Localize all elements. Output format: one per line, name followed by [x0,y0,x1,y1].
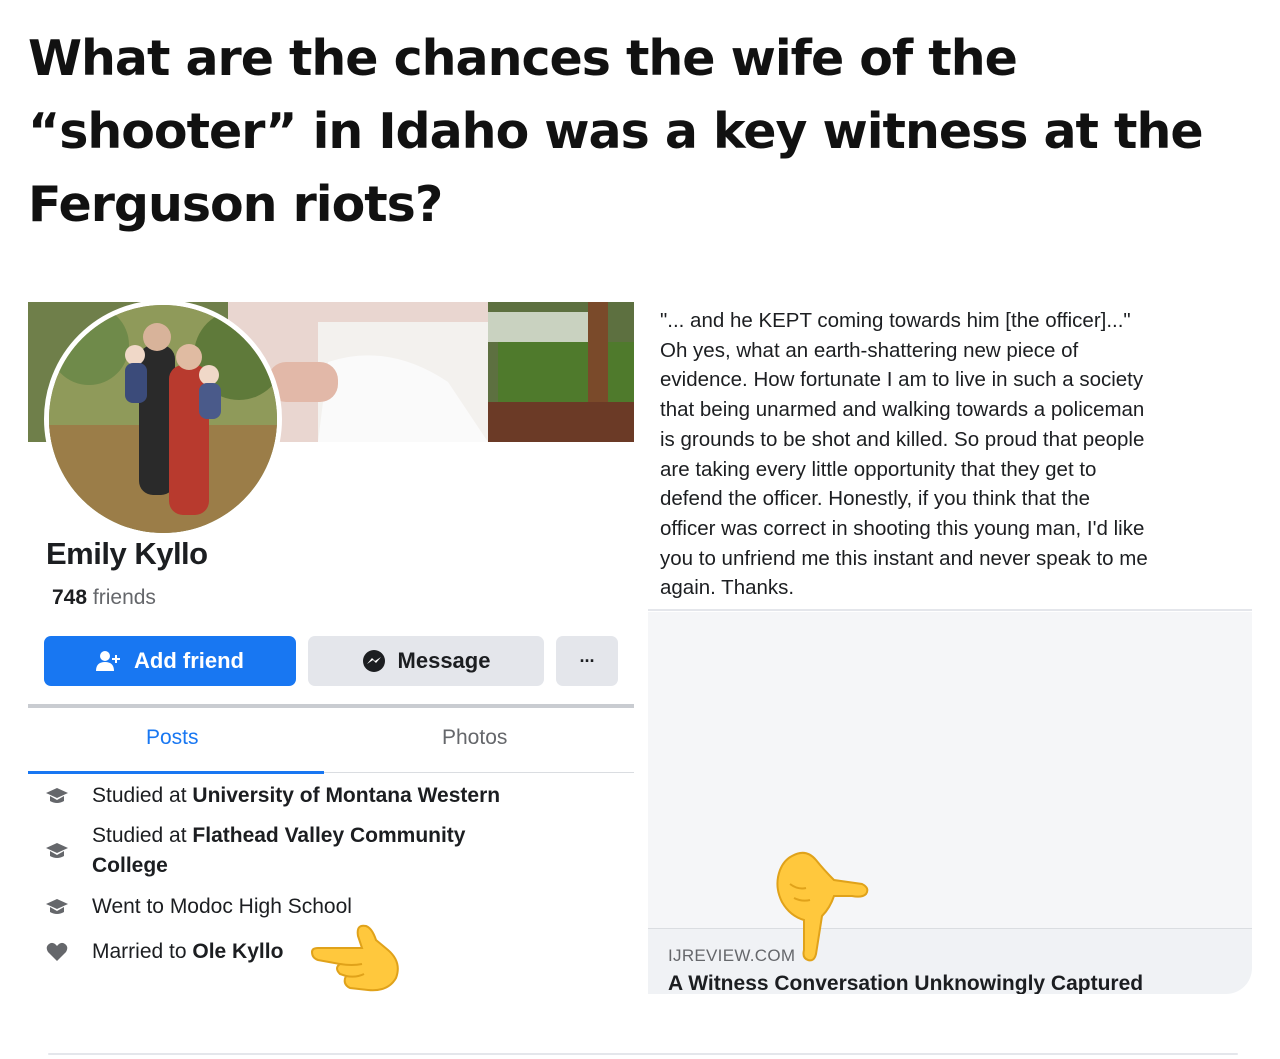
message-label: Message [397,648,491,673]
comment-line: is grounds to be shot and killed. So pro… [660,427,1145,451]
comment-line: officer was correct in shooting this you… [660,516,1145,540]
intro-text: Studied at Flathead Valley Community Coll… [92,824,466,877]
link-preview-card[interactable]: IJREVIEW.COM A Witness Conversation Unkn… [648,612,1252,994]
comment-line: you to unfriend me this instant and neve… [660,546,1148,570]
more-options-button[interactable]: ··· [556,636,618,686]
profile-avatar[interactable] [44,302,282,538]
school-link[interactable]: University of Montana Western [192,784,500,807]
comment-line: Oh yes, what an earth-shattering new pie… [660,338,1079,362]
link-preview-image [648,612,1252,928]
comment-separator [648,609,1252,611]
messenger-icon [362,650,385,672]
graduation-cap-icon [44,894,70,920]
spouse-link[interactable]: Ole Kyllo [192,940,283,963]
intro-item-relationship: Married to Ole Kyllo [44,937,283,967]
bottom-divider [48,1053,1238,1055]
add-friend-button[interactable]: Add friend [44,636,296,686]
comment-line: that being unarmed and walking towards a… [660,398,1145,422]
intro-item-education: Studied at Flathead Valley Community Coll… [44,821,465,881]
comment-line: evidence. How fortunate I am to live in … [660,368,1144,392]
profile-screenshot: Emily Kyllo 748 friends Add friend Messa… [28,302,634,994]
comment-line: defend the officer. Honestly, if you thi… [660,487,1091,511]
pointing-hand-emoji [776,851,869,962]
friends-number: 748 [52,586,88,609]
section-divider [28,704,634,708]
profile-name: Emily Kyllo [46,536,208,571]
person-add-icon [96,651,120,671]
comment-line: "... and he KEPT coming towards him [the… [660,309,1131,332]
tab-posts[interactable]: Posts [146,726,199,750]
intro-item-education: Went to Modoc High School [44,892,352,922]
more-options-icon: ··· [579,650,596,671]
heart-icon [44,939,70,965]
graduation-cap-icon [44,783,70,809]
active-tab-indicator [28,771,324,774]
friends-count[interactable]: 748 friends [52,586,156,610]
intro-text: Studied at University of Montana Western [92,784,501,807]
comment-text: "... and he KEPT coming towards him [the… [660,306,1230,603]
intro-text: Married to Ole Kyllo [92,940,284,963]
intro-item-education: Studied at University of Montana Western [44,781,500,811]
add-friend-label: Add friend [134,648,244,673]
post-headline: What are the chances the wife of the “sh… [28,30,1204,233]
friends-label: friends [92,586,156,609]
comment-line: are taking every little opportunity that… [660,457,1097,481]
link-title[interactable]: A Witness Conversation Unknowingly Captu… [668,972,1143,994]
message-button[interactable]: Message [308,636,544,686]
link-caption-divider [648,928,1252,929]
school-link[interactable]: Flathead Valley Community [192,824,465,847]
school-link-cont[interactable]: College [92,854,168,877]
comment-line: again. Thanks. [660,576,795,600]
pointing-hand-emoji [310,924,399,992]
tab-divider [324,772,634,773]
graduation-cap-icon [44,838,70,864]
tab-photos[interactable]: Photos [442,726,507,750]
